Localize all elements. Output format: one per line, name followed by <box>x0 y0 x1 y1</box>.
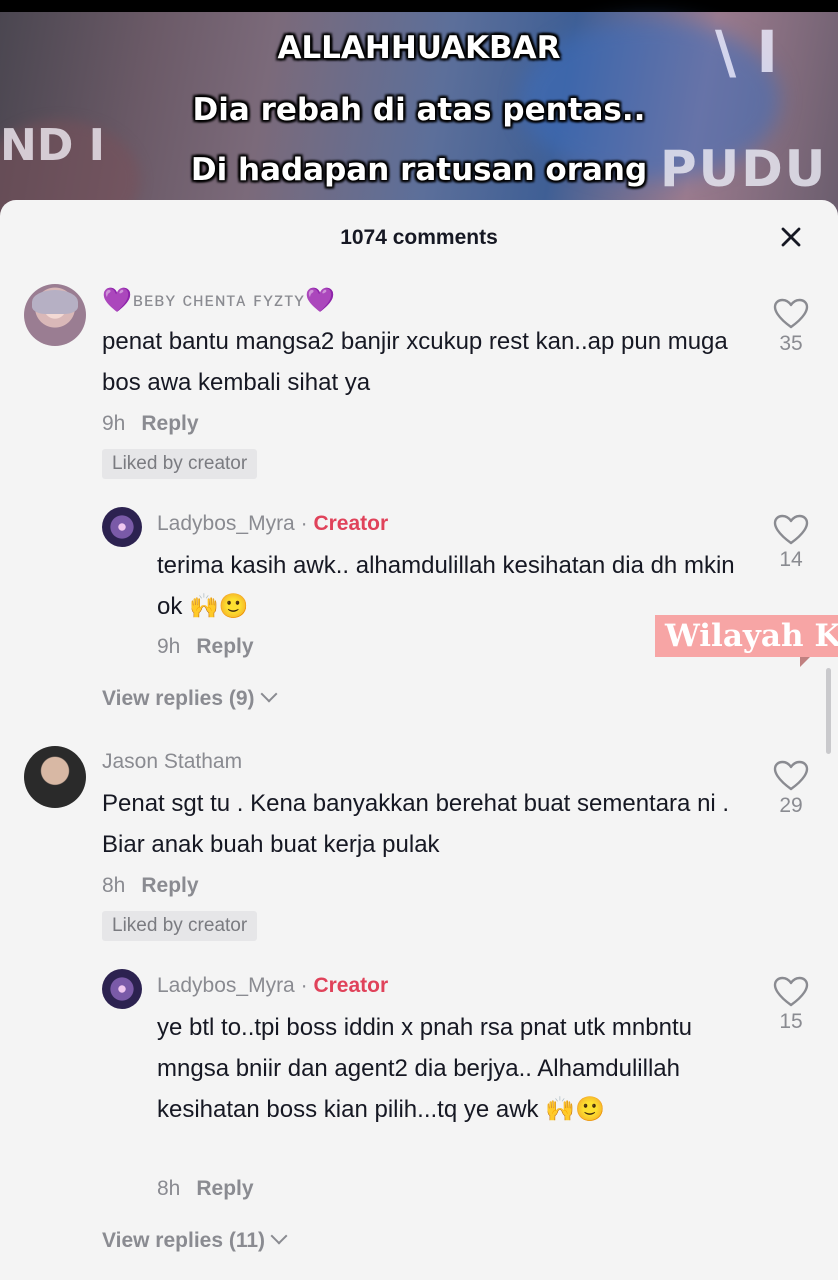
heart-outline-icon <box>773 760 809 791</box>
reply-text: ye btl to..tpi boss iddin x pnah rsa pna… <box>157 1014 692 1123</box>
like-button[interactable]: 29 <box>769 760 813 818</box>
purple-heart-icon: 💜 <box>102 287 133 314</box>
comment-username[interactable]: Jason Statham <box>102 750 242 774</box>
comment-username[interactable]: 💜ʙᴇʙʏ ᴄʜᴇɴᴛᴀ ꜰʏᴢᴛʏ💜 <box>102 286 336 315</box>
reply-button[interactable]: Reply <box>141 874 198 897</box>
reply-button[interactable]: Reply <box>196 635 253 658</box>
reply-username-row: Ladybos_Myra · Creator <box>157 512 389 535</box>
video-caption-line-3: Di hadapan ratusan orang <box>190 152 648 188</box>
reply-button[interactable]: Reply <box>196 1177 253 1200</box>
reply-meta: 9h Reply <box>157 635 254 659</box>
heart-outline-icon <box>773 514 809 545</box>
watermark-tail <box>800 657 810 667</box>
avatar[interactable] <box>24 284 86 346</box>
view-replies-button[interactable]: View replies (11) <box>102 1227 288 1253</box>
like-button[interactable]: 14 <box>769 514 813 572</box>
reply-button[interactable]: Reply <box>141 412 198 435</box>
like-count: 29 <box>779 794 803 817</box>
reply-text: terima kasih awk.. alhamdulillah kesihat… <box>157 552 735 620</box>
video-caption-line-2: Dia rebah di atas pentas.. <box>192 92 646 128</box>
reply-username[interactable]: Ladybos_Myra <box>157 512 295 535</box>
reply-time: 9h <box>157 635 181 658</box>
chevron-down-icon <box>270 1227 288 1245</box>
like-button[interactable]: 15 <box>769 976 813 1034</box>
purple-heart-icon: 💜 <box>305 287 336 314</box>
creator-badge: Creator <box>313 974 389 997</box>
avatar[interactable] <box>102 507 142 547</box>
watermark-logo: Wilayah Ku <box>655 615 838 657</box>
video-caption-line-1: ALLAHHUAKBAR <box>277 30 561 66</box>
comments-sheet: 1074 comments 💜ʙᴇʙʏ ᴄʜᴇɴᴛᴀ ꜰʏᴢᴛʏ💜 penat … <box>0 200 838 1280</box>
like-count: 35 <box>779 332 803 355</box>
liked-by-creator-badge: Liked by creator <box>102 449 258 479</box>
avatar[interactable] <box>24 746 86 808</box>
reply-username-row: Ladybos_Myra · Creator <box>157 974 389 997</box>
like-button[interactable]: 35 <box>769 298 813 356</box>
comment-text: Penat sgt tu . Kena banyakkan berehat bu… <box>102 790 730 858</box>
comment-time: 8h <box>102 874 126 897</box>
reply-username[interactable]: Ladybos_Myra <box>157 974 295 997</box>
heart-outline-icon <box>773 976 809 1007</box>
close-icon[interactable] <box>780 226 802 248</box>
comment-meta: 9h Reply <box>102 412 199 436</box>
comment-time: 9h <box>102 412 126 435</box>
like-count: 14 <box>779 548 803 571</box>
chevron-down-icon <box>260 685 278 703</box>
comment-meta: 8h Reply <box>102 874 199 898</box>
video-preview[interactable]: ND I \ I PUDU | ALLAHHUAKBAR Dia rebah d… <box>0 0 838 230</box>
reply-meta: 8h Reply <box>157 1177 254 1201</box>
raised-hands-smile-emoji: 🙌🙂 <box>545 1095 605 1123</box>
raised-hands-smile-emoji: 🙌🙂 <box>189 592 249 620</box>
comment-text: penat bantu mangsa2 banjir xcukup rest k… <box>102 328 728 396</box>
avatar[interactable] <box>102 969 142 1009</box>
like-count: 15 <box>779 1010 803 1033</box>
view-replies-button[interactable]: View replies (9) <box>102 685 278 711</box>
liked-by-creator-badge: Liked by creator <box>102 911 258 941</box>
reply-time: 8h <box>157 1177 181 1200</box>
scrollbar[interactable] <box>826 668 831 754</box>
comments-count-title: 1074 comments <box>340 226 498 249</box>
heart-outline-icon <box>773 298 809 329</box>
creator-badge: Creator <box>313 512 389 535</box>
status-bar <box>0 0 838 12</box>
